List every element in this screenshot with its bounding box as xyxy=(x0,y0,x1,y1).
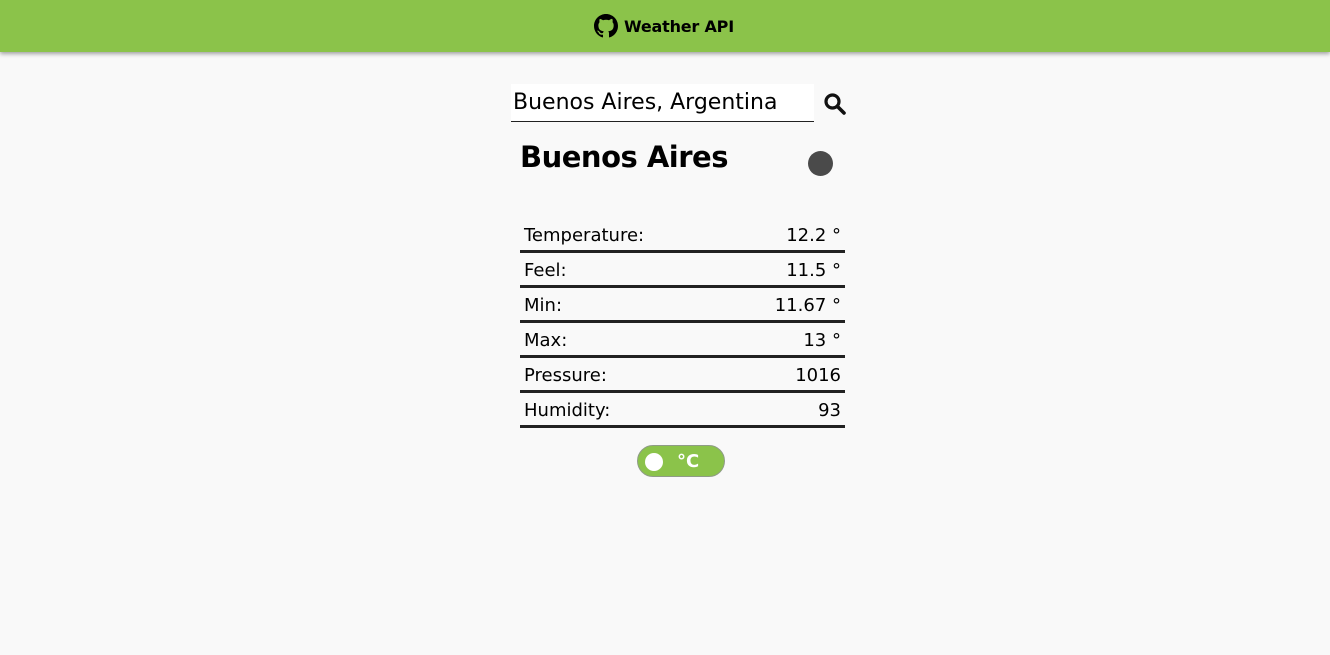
stat-value: 11.5 ° xyxy=(786,260,841,281)
app-title: Weather API xyxy=(624,16,734,36)
unit-label: °C xyxy=(677,451,700,472)
weather-icon xyxy=(808,151,833,176)
stat-value: 11.67 ° xyxy=(774,295,841,316)
stat-label: Humidity: xyxy=(524,400,611,421)
stat-value: 13 ° xyxy=(803,330,841,351)
stat-value: 93 xyxy=(818,400,841,421)
stat-value: 1016 xyxy=(795,365,841,386)
unit-toggle[interactable]: °C xyxy=(637,445,725,477)
city-name: Buenos Aires xyxy=(520,140,728,174)
github-icon xyxy=(594,14,619,38)
toggle-knob xyxy=(645,453,663,471)
stat-label: Pressure: xyxy=(524,365,607,386)
search-icon xyxy=(823,93,847,119)
stat-row-humidity: Humidity: 93 xyxy=(520,393,845,428)
stat-row-temperature: Temperature: 12.2 ° xyxy=(520,218,845,253)
stat-label: Max: xyxy=(524,330,568,351)
app-header: Weather API xyxy=(0,0,1330,52)
stat-label: Min: xyxy=(524,295,563,316)
weather-stats-table: Temperature: 12.2 ° Feel: 11.5 ° Min: 11… xyxy=(520,218,845,428)
stat-row-min: Min: 11.67 ° xyxy=(520,288,845,323)
search-bar xyxy=(511,84,847,124)
stat-value: 12.2 ° xyxy=(786,225,841,246)
stat-row-max: Max: 13 ° xyxy=(520,323,845,358)
stat-label: Feel: xyxy=(524,260,567,281)
stat-row-feel: Feel: 11.5 ° xyxy=(520,253,845,288)
github-link[interactable]: Weather API xyxy=(594,14,734,38)
stat-row-pressure: Pressure: 1016 xyxy=(520,358,845,393)
search-button[interactable] xyxy=(822,92,848,118)
stat-label: Temperature: xyxy=(524,225,645,246)
search-input[interactable] xyxy=(511,84,814,122)
